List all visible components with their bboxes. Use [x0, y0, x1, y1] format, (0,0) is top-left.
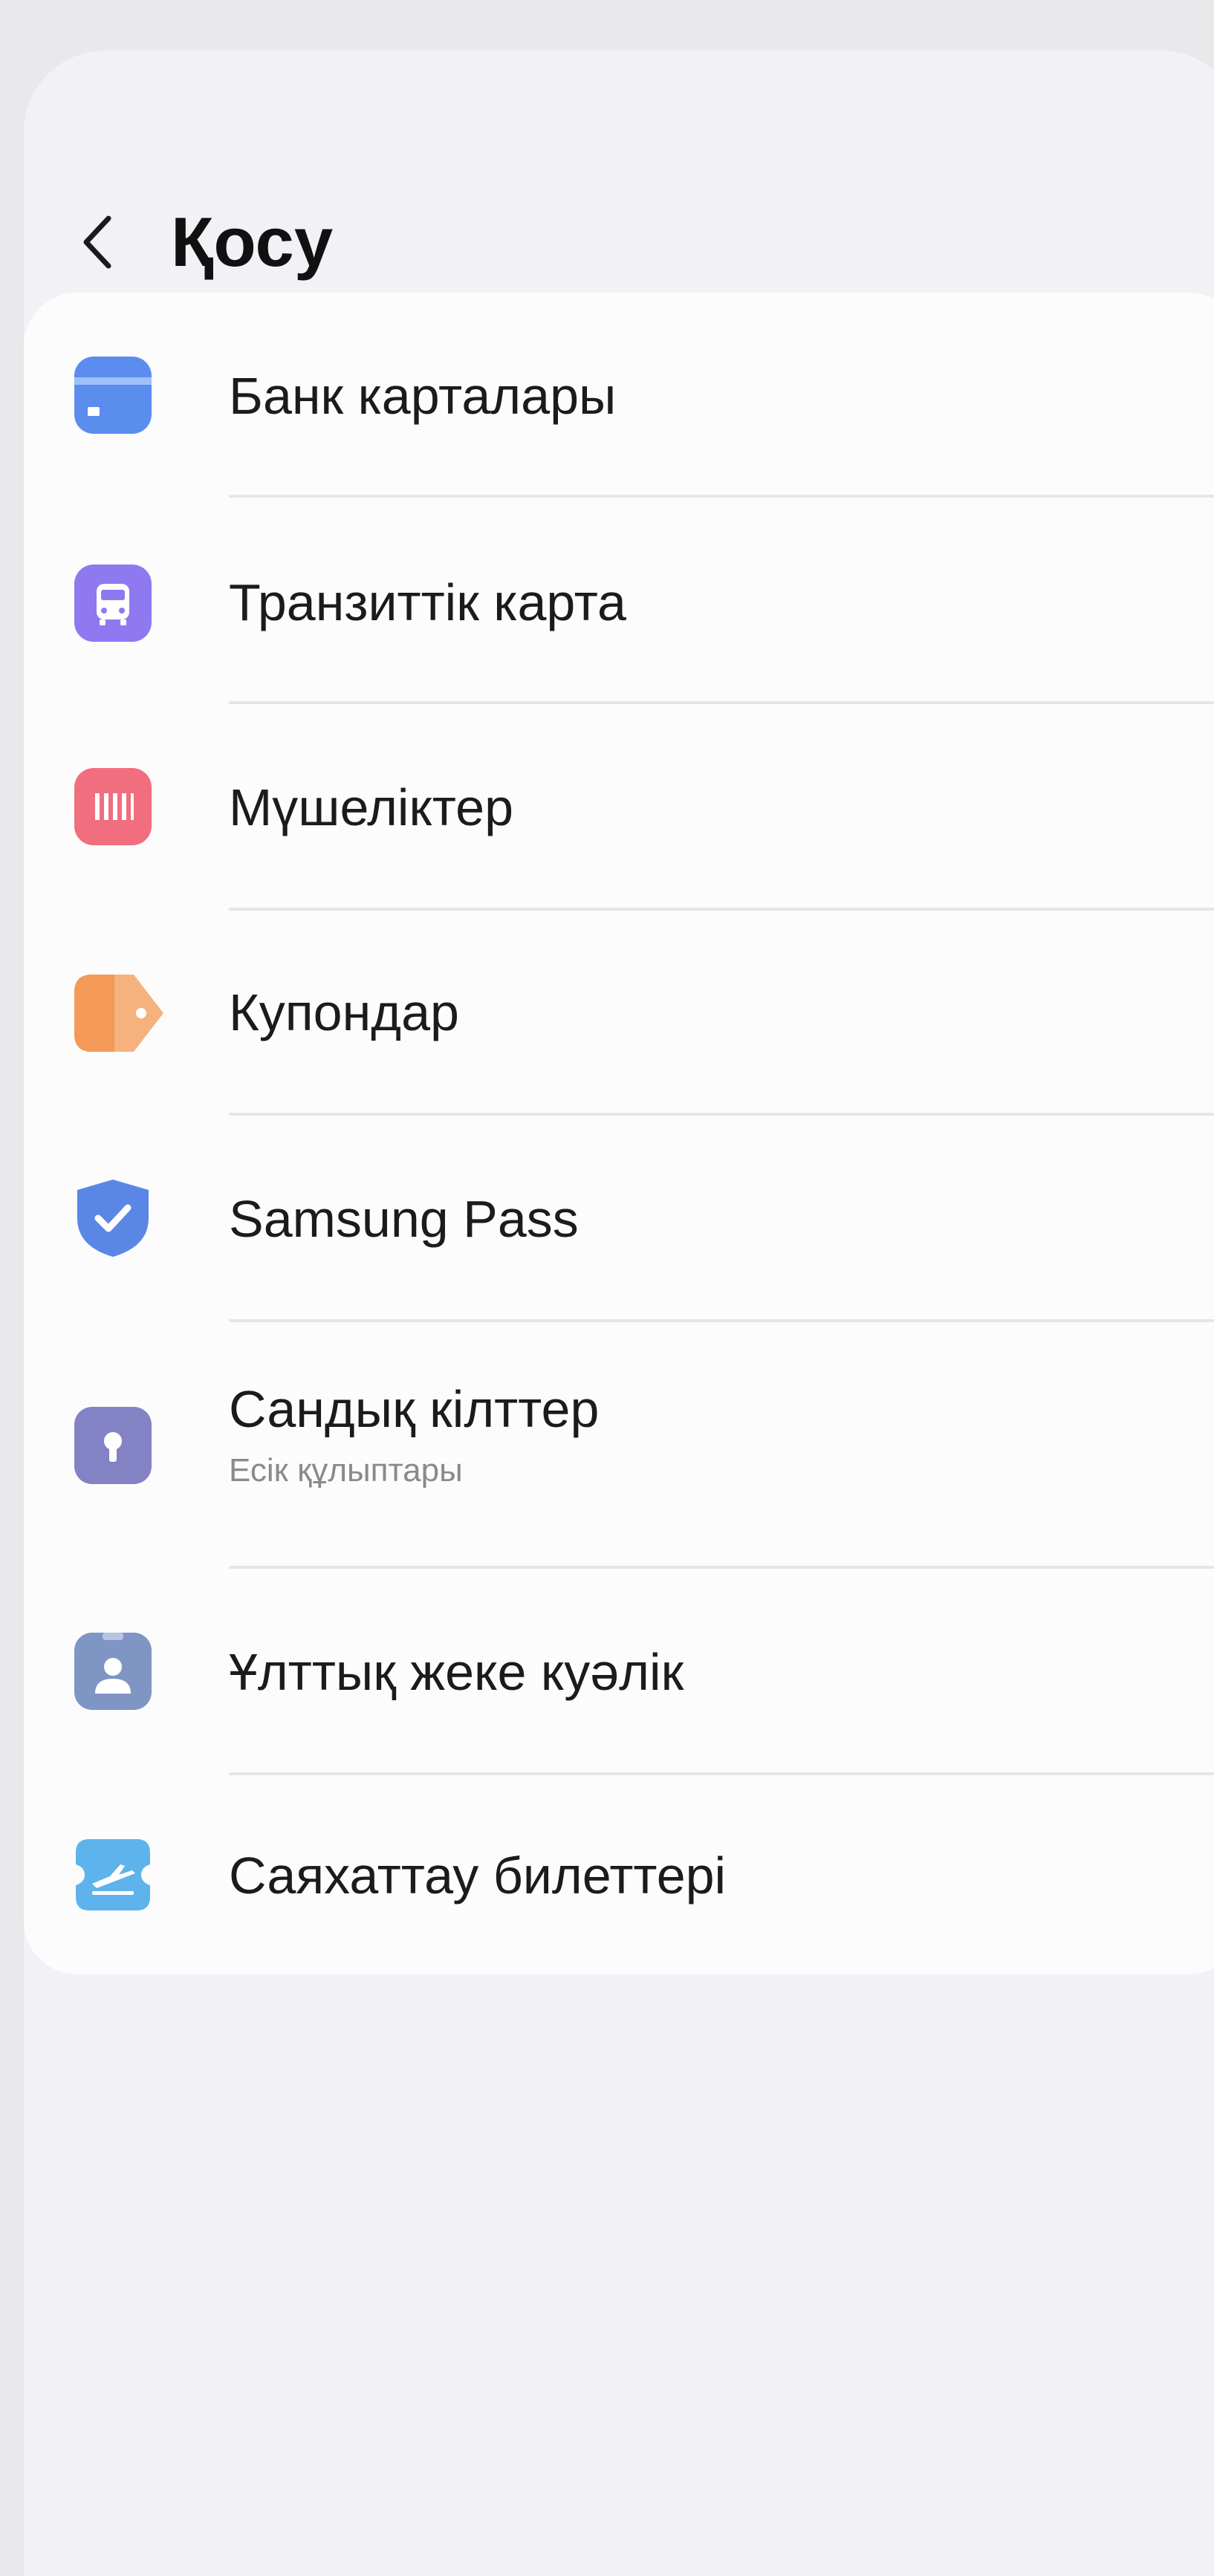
coupon-tag-icon: [73, 973, 165, 1053]
bank-card-icon: [73, 355, 153, 435]
list-item-national-id[interactable]: Ұлттық жеке куәлік: [24, 1569, 1214, 1775]
digital-key-icon: [73, 1405, 153, 1486]
list-item-label: Саяхаттау билеттері: [229, 1847, 727, 1905]
list-item-digital-keys[interactable]: Сандық кілттер Есік құлыптары: [24, 1322, 1214, 1569]
list-item-label: Банк карталары: [229, 367, 617, 425]
screen: Қосу Банк карталары Транзиттік карта Мүш…: [24, 51, 1214, 2576]
list-item-travel-tickets[interactable]: Саяхаттау билеттері: [24, 1775, 1214, 1974]
page-title: Қосу: [171, 203, 334, 281]
list-item-label: Купондар: [229, 983, 459, 1041]
travel-ticket-icon: [73, 1835, 153, 1915]
chevron-left-icon: [76, 212, 120, 276]
list-item-memberships[interactable]: Мүшеліктер: [24, 704, 1214, 911]
back-button[interactable]: [61, 206, 135, 281]
list-item-bank-cards[interactable]: Банк карталары: [24, 293, 1214, 498]
shield-check-icon: [73, 1178, 153, 1258]
list-item-label: Samsung Pass: [229, 1190, 579, 1248]
list-item-coupons[interactable]: Купондар: [24, 911, 1214, 1116]
list-item-label: Транзиттік карта: [229, 573, 626, 631]
list-item-label: Ұлттық жеке куәлік: [229, 1643, 684, 1701]
list-item-sublabel: Есік құлыптары: [229, 1452, 463, 1489]
app-bar: Қосу: [24, 192, 1214, 296]
membership-barcode-icon: [73, 767, 153, 847]
list-item-label: Сандық кілттер: [229, 1380, 600, 1438]
id-card-icon: [73, 1631, 153, 1711]
transit-bus-icon: [73, 563, 153, 643]
list-item-transit-card[interactable]: Транзиттік карта: [24, 498, 1214, 704]
list-item-label: Мүшеліктер: [229, 778, 514, 836]
add-options-list: Банк карталары Транзиттік карта Мүшелікт…: [24, 293, 1214, 1974]
list-item-samsung-pass[interactable]: Samsung Pass: [24, 1116, 1214, 1322]
